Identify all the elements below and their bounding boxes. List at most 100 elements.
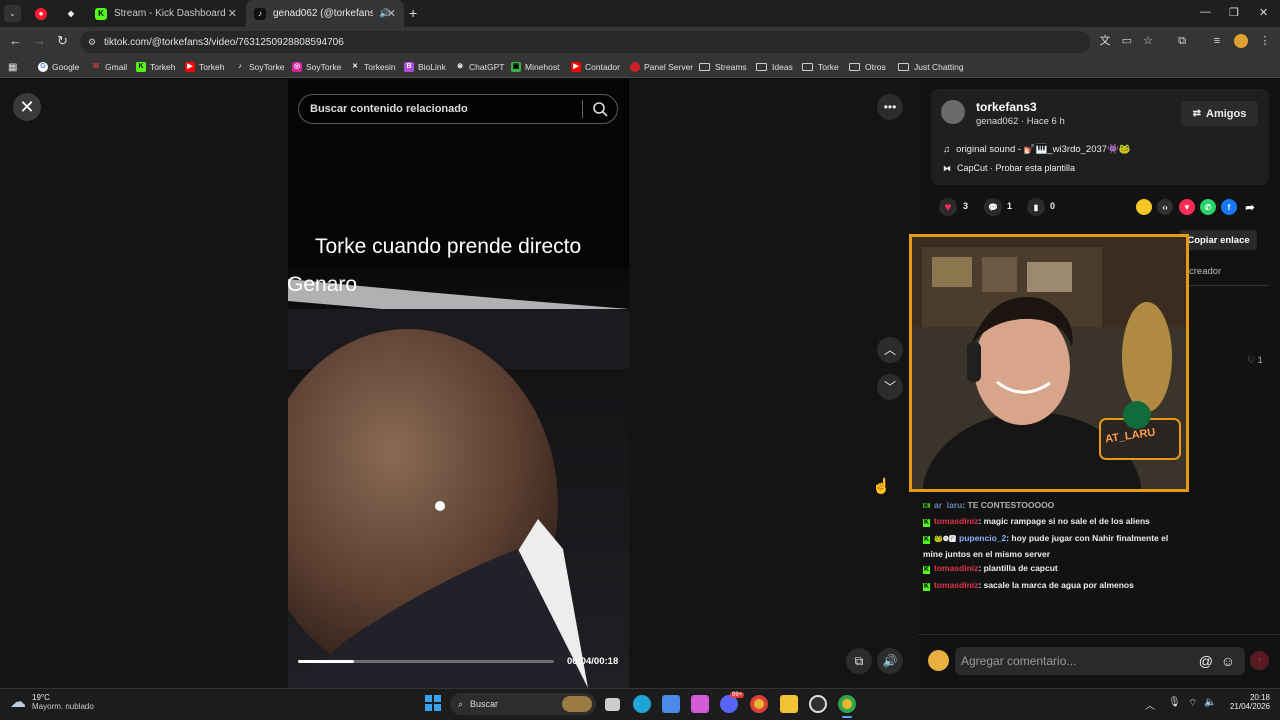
bookmark-torkeh-kick[interactable]: K Torkeh	[136, 61, 176, 73]
whatsapp-icon[interactable]: ✆	[1200, 199, 1216, 215]
tab-pinned-2[interactable]: ◆	[57, 0, 85, 27]
sound-link[interactable]: ♫ original sound - 💅🏻🎹_wi3rdo_2037👾🐸	[943, 144, 1131, 155]
save-button[interactable]: ▮	[1027, 198, 1045, 216]
bookmark-folder-streams[interactable]: Streams	[699, 61, 747, 73]
start-button[interactable]	[425, 695, 441, 711]
bookmark-torkesin[interactable]: ✕ Torkesin	[350, 61, 396, 73]
pip-button[interactable]: ⧉	[846, 648, 872, 674]
extensions-icon[interactable]: ⧉	[1175, 34, 1189, 48]
bookmark-google[interactable]: G Google	[38, 61, 79, 73]
related-search-input[interactable]: Buscar contenido relacionado	[298, 94, 618, 124]
friends-button[interactable]: ⇄ Amigos	[1181, 101, 1258, 126]
reload-icon[interactable]: ↻	[57, 33, 68, 49]
tray-chevron-icon[interactable]: ︿	[1145, 697, 1155, 712]
capcut-link[interactable]: ⧓ CapCut · Probar esta plantilla	[943, 163, 1075, 173]
tab-kick-dashboard[interactable]: K Stream - Kick Dashboard ✕	[87, 0, 245, 27]
close-viewer-button[interactable]: ✕	[13, 93, 41, 121]
heart-outline-icon: ♡	[1247, 355, 1256, 365]
bookmark-folder-just-chatting[interactable]: Just Chatting	[898, 61, 964, 73]
translate-icon[interactable]: 文	[1098, 34, 1112, 48]
tab-pinned-1[interactable]: ●	[27, 0, 55, 27]
bookmark-folder-torke[interactable]: Torke	[802, 61, 839, 73]
bookmark-panel-server[interactable]: Panel Server	[630, 61, 693, 73]
forward-icon[interactable]: →	[33, 33, 46, 48]
mention-icon[interactable]: @	[1199, 653, 1213, 669]
tab-search-button[interactable]: ⌄	[4, 5, 21, 22]
previous-video-button[interactable]: ︿	[877, 337, 903, 363]
bookmark-gmail[interactable]: M Gmail	[91, 61, 127, 73]
bookmark-biolink[interactable]: B BioLink	[404, 61, 446, 73]
chrome-icon[interactable]	[750, 695, 768, 713]
emoji-icon[interactable]: ☺	[1221, 653, 1235, 669]
embed-icon[interactable]: ‹›	[1157, 199, 1173, 215]
new-tab-button[interactable]: +	[409, 5, 417, 21]
minimize-icon[interactable]: —	[1200, 6, 1211, 18]
wifi-icon[interactable]: ⌔	[1188, 697, 1197, 710]
bookmark-contador[interactable]: ▶ Contador	[571, 61, 620, 73]
minehost-icon: ▣	[511, 62, 521, 72]
site-info-icon[interactable]: ⚙	[88, 37, 96, 48]
clock[interactable]: 20:18 21/04/2026	[1226, 693, 1270, 711]
comment-like[interactable]: ♡ 1	[1247, 355, 1263, 366]
reading-list-icon[interactable]: ≡	[1210, 34, 1224, 48]
bookmark-torkeh-youtube[interactable]: ▶ Torkeh	[185, 61, 225, 73]
bookmark-folder-ideas[interactable]: Ideas	[756, 61, 793, 73]
kick-icon: K	[136, 62, 146, 72]
task-view-icon[interactable]	[605, 698, 620, 711]
microphone-icon[interactable]: 🎙	[1168, 697, 1181, 708]
tab-creator-videos[interactable]: creador	[1189, 266, 1221, 277]
avatar[interactable]	[941, 100, 965, 124]
volume-icon[interactable]: 🔈	[1204, 697, 1216, 708]
kick-icon: K	[95, 7, 107, 20]
edge-icon[interactable]	[633, 695, 651, 713]
close-icon[interactable]: ✕	[387, 7, 396, 20]
comment-button[interactable]: 💬	[984, 198, 1002, 216]
apps-icon[interactable]: ▦	[8, 61, 17, 73]
obs-icon[interactable]	[809, 695, 827, 713]
maximize-icon[interactable]: ❐	[1229, 6, 1239, 19]
author-username[interactable]: torkefans3	[976, 100, 1037, 114]
chrome-profile-icon[interactable]	[838, 695, 856, 713]
bookmark-folder-otros[interactable]: Otros	[849, 61, 886, 73]
chat-text: : TE CONTESTOOOOO	[962, 500, 1055, 508]
share-icon[interactable]: ➦	[1242, 199, 1258, 215]
bookmark-soytorke-instagram[interactable]: ◎ SoyTorke	[292, 61, 341, 73]
more-options-button[interactable]: •••	[877, 94, 903, 120]
next-video-button[interactable]: ﹀	[877, 374, 903, 400]
webcam-feed	[912, 237, 1186, 489]
back-icon[interactable]: ←	[9, 33, 22, 48]
send-icon[interactable]: ▼	[1179, 199, 1195, 215]
bookmark-chatgpt[interactable]: ⊛ ChatGPT	[455, 61, 504, 73]
file-explorer-icon[interactable]	[780, 695, 798, 713]
tab-tiktok[interactable]: ♪ genad062 (@torkefans3) | T 🔊 ✕	[246, 0, 404, 27]
like-button[interactable]: ♥	[939, 198, 957, 216]
clock-date: 21/04/2026	[1229, 702, 1270, 711]
photos-icon[interactable]	[691, 695, 709, 713]
volume-button[interactable]: 🔊	[877, 648, 903, 674]
close-window-icon[interactable]: ✕	[1259, 6, 1268, 19]
star-icon[interactable]: ☆	[1141, 34, 1155, 48]
bookmark-label: Contador	[585, 62, 620, 72]
close-icon[interactable]: ✕	[228, 7, 237, 20]
video-player[interactable]	[288, 79, 629, 688]
cast-icon[interactable]: ▭	[1120, 34, 1134, 48]
menu-icon[interactable]: ⋮	[1258, 34, 1272, 48]
windows-icon	[425, 695, 441, 711]
bookmark-soytorke-tiktok[interactable]: ♪ SoyTorke	[235, 61, 284, 73]
weather-widget[interactable]: ☁ 19°C Mayorm. nublado	[10, 692, 94, 712]
search-icon[interactable]	[591, 100, 609, 118]
video-progress-track[interactable]	[298, 660, 554, 663]
save-count: 0	[1050, 201, 1056, 211]
copy-link-button[interactable]: Copiar enlace	[1180, 230, 1257, 250]
chat-text: : sacale la marca de agua por almenos	[978, 580, 1134, 590]
bookmark-label: Streams	[715, 62, 747, 72]
post-comment-button[interactable]: ↑	[1250, 651, 1269, 670]
profile-avatar[interactable]	[1234, 34, 1248, 48]
comment-input[interactable]: Agregar comentario... @ ☺	[955, 647, 1245, 675]
store-icon[interactable]	[662, 695, 680, 713]
repost-icon[interactable]	[1136, 199, 1152, 215]
facebook-icon[interactable]: f	[1221, 199, 1237, 215]
taskbar-search[interactable]: ⌕ Buscar	[450, 693, 596, 715]
bookmark-minehost[interactable]: ▣ Minehost	[511, 61, 560, 73]
url-field[interactable]: ⚙ tiktok.com/@torkefans3/video/763125092…	[80, 31, 1090, 53]
